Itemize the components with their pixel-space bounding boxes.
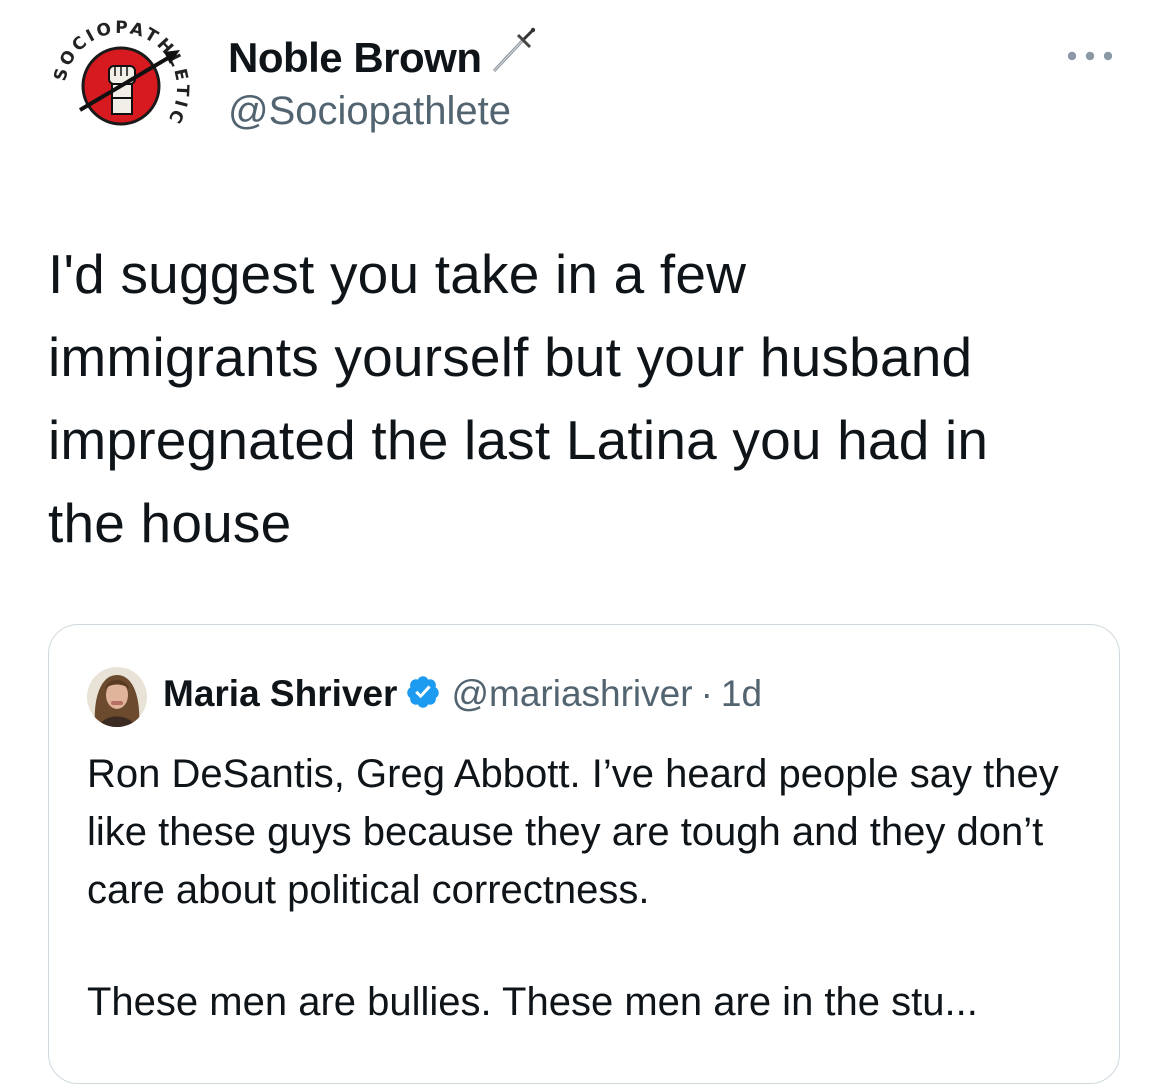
sociopathletic-logo: SOCIOPATHLETIC [47, 15, 195, 163]
quoted-text-paragraph-2: These men are bullies. These men are in … [87, 980, 978, 1024]
tweet-text: I'd suggest you take in a few immigrants… [48, 243, 989, 554]
quoted-display-name[interactable]: Maria Shriver [163, 673, 397, 715]
quoted-header: Maria Shriver @mariashriver · 1d [163, 673, 762, 715]
quoted-handle[interactable]: @mariashriver [451, 673, 692, 715]
author-display-name[interactable]: Noble Brown [228, 34, 482, 82]
quoted-author-avatar[interactable] [87, 667, 147, 727]
quoted-tweet-card[interactable]: Maria Shriver @mariashriver · 1d Ron DeS… [48, 624, 1120, 1084]
sword-icon [488, 27, 536, 80]
author-avatar[interactable]: SOCIOPATHLETIC [46, 14, 196, 164]
quoted-text-paragraph-1: Ron DeSantis, Greg Abbott. I’ve heard pe… [87, 752, 1059, 912]
more-options-button[interactable] [1062, 36, 1118, 76]
author-name-row: Noble Brown [228, 27, 536, 82]
tweet: SOCIOPATHLETIC Noble Brown @Sociopathlet… [0, 0, 1170, 1084]
verified-badge-icon [405, 674, 441, 715]
author-handle[interactable]: @Sociopathlete [228, 89, 511, 134]
more-dots-icon [1067, 51, 1113, 61]
separator-dot: · [700, 673, 713, 714]
quoted-timestamp[interactable]: 1d [721, 673, 762, 715]
avatar-photo [87, 667, 147, 727]
